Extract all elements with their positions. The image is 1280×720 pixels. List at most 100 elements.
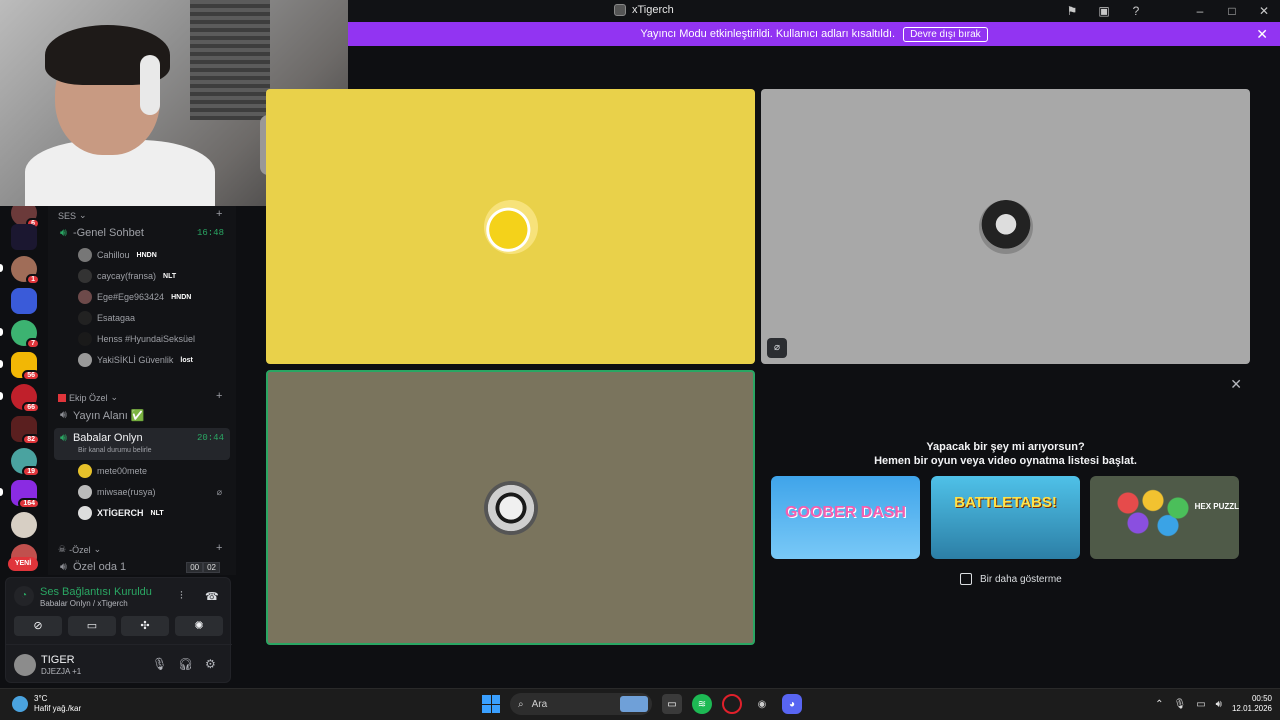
server-icon[interactable]: 66: [11, 384, 40, 413]
help-icon[interactable]: ?: [1120, 4, 1152, 18]
network-icon[interactable]: ▭: [1196, 699, 1205, 710]
skull-icon: ☠: [58, 544, 67, 554]
inbox-icon[interactable]: ▣: [1088, 4, 1120, 18]
unread-pill: [0, 392, 3, 400]
volume-icon[interactable]: 🔊︎: [1216, 699, 1222, 710]
voice-user[interactable]: caycay(fransa) NLT: [78, 267, 228, 285]
server-icon[interactable]: [11, 224, 37, 250]
chevron-down-icon: ⌄: [93, 544, 102, 554]
disconnect-icon[interactable]: ☎: [205, 590, 219, 603]
banner-close-icon[interactable]: ✕: [1256, 26, 1268, 43]
speaker-icon: 🔊︎: [60, 432, 67, 444]
activity-suggestion-panel: ✕ Yapacak bir şey mi arıyorsun? Hemen bi…: [761, 370, 1250, 645]
participant-tile-speaking[interactable]: [266, 370, 755, 645]
add-channel-icon[interactable]: +: [216, 542, 222, 554]
avatar: [78, 506, 92, 520]
activities-button[interactable]: ✣: [121, 616, 169, 636]
category-ekip-ozel[interactable]: Ekip Özel ⌄ +: [58, 390, 222, 403]
user-name: TIGER: [41, 654, 75, 666]
clock-time: 00:50: [1251, 694, 1272, 703]
server-icon[interactable]: 82: [11, 416, 40, 445]
voice-user[interactable]: Henss #HyundaiSeksüel: [78, 330, 228, 348]
voice-channel-path[interactable]: Babalar Onlyn / xTigerch: [40, 599, 128, 608]
window-blinds: [190, 0, 270, 120]
maximize-button[interactable]: □: [1216, 4, 1248, 18]
user-panel: TIGER DJEZJA +1 🎙︎ 🎧︎ ⚙: [6, 644, 232, 684]
channel-name: Babalar Onlyn: [72, 432, 143, 444]
voice-channel-babalar[interactable]: 🔊︎ Babalar Onlyn 20:44 Bir kanal durumu …: [54, 428, 230, 460]
chevron-down-icon: ⌄: [110, 392, 119, 402]
settings-gear-icon[interactable]: ⚙: [205, 657, 216, 671]
user-name: YakiSİKLİ Güvenlik: [97, 355, 174, 365]
microphone-tray-icon[interactable]: 🎙︎: [1173, 699, 1186, 710]
noise-suppression-icon[interactable]: ⫶: [180, 590, 183, 603]
spotify-icon[interactable]: ≋: [692, 694, 712, 714]
avatar: [78, 311, 92, 325]
game-title: BATTLETABS!: [954, 494, 1057, 511]
voice-channel-ozel-oda[interactable]: 🔊︎ Özel oda 1 00 02: [54, 557, 230, 577]
search-icon: ⌕: [518, 698, 524, 710]
discord-icon[interactable]: ◕: [782, 694, 802, 714]
headphones-icon[interactable]: 🎧︎: [178, 657, 193, 671]
soundboard-button[interactable]: ✺: [175, 616, 223, 636]
window-title: xTigerch: [614, 4, 674, 16]
avatar: [78, 269, 92, 283]
participant-tile[interactable]: [266, 89, 755, 364]
voice-user-self[interactable]: XTİGERCH NLT: [78, 504, 228, 522]
channel-name: -Genel Sohbet: [72, 227, 144, 239]
dont-show-again[interactable]: Bir daha gösterme: [960, 573, 1062, 585]
channel-status[interactable]: Bir kanal durumu belirle: [78, 447, 152, 454]
unread-pill: [0, 360, 3, 368]
microphone-icon[interactable]: 🎙︎: [152, 657, 167, 671]
add-channel-icon[interactable]: +: [216, 208, 222, 220]
server-icon[interactable]: [11, 512, 37, 538]
signal-icon[interactable]: ◔: [14, 586, 34, 606]
close-window-button[interactable]: ✕: [1248, 4, 1280, 18]
server-icon[interactable]: 164: [11, 480, 40, 509]
category-ses[interactable]: SES ⌄ +: [58, 208, 222, 221]
voice-user[interactable]: YakiSİKLİ Güvenlik lost: [78, 351, 228, 369]
inbox-flag-icon[interactable]: ⚑: [1056, 4, 1088, 18]
screen-share-button[interactable]: ▭: [68, 616, 116, 636]
opera-icon[interactable]: [722, 694, 742, 714]
voice-user[interactable]: Cahillou HNDN: [78, 246, 228, 264]
taskbar-search[interactable]: ⌕ Ara: [510, 693, 652, 715]
voice-user[interactable]: miwsae(rusya) ⌀: [78, 483, 228, 501]
chevron-up-icon[interactable]: ⌃: [1155, 699, 1163, 710]
avatar: [78, 353, 92, 367]
server-icon[interactable]: 7: [11, 320, 40, 349]
server-icon[interactable]: 1: [11, 256, 40, 285]
steam-icon[interactable]: ◉: [752, 694, 772, 714]
game-card-hex-puzzle[interactable]: HEX PUZZLE: [1090, 476, 1239, 559]
weather-widget[interactable]: 3°C Hafif yağ./kar: [12, 694, 81, 714]
weather-temp: 3°C: [34, 694, 48, 703]
voice-channel-genel[interactable]: 🔊︎ -Genel Sohbet 16:48: [54, 223, 230, 243]
windows-start-icon[interactable]: [482, 695, 500, 713]
voice-user[interactable]: Ege#Ege963424 HNDN: [78, 288, 228, 306]
file-explorer-icon[interactable]: ▭: [662, 694, 682, 714]
server-icon[interactable]: 56: [11, 352, 40, 381]
voice-channel-yayin[interactable]: 🔊︎ Yayın Alanı ✅: [54, 405, 230, 425]
camera-off-button[interactable]: ⊘: [14, 616, 62, 636]
hex-tiles: [1108, 488, 1208, 538]
game-card-goober-dash[interactable]: GOOBER DASH: [771, 476, 920, 559]
minimize-button[interactable]: –: [1184, 4, 1216, 18]
server-icon[interactable]: 19: [11, 448, 40, 477]
channel-timer: 16:48: [196, 228, 224, 238]
disable-streamer-mode-button[interactable]: Devre dışı bırak: [903, 26, 988, 42]
category-ozel[interactable]: ☠ -Özel ⌄ +: [58, 542, 222, 555]
titlebar-controls: ⚑ ▣ ? – □ ✕: [1056, 0, 1280, 22]
voice-user[interactable]: Esatagaa: [78, 309, 228, 327]
avatar[interactable]: [14, 654, 36, 676]
user-name: mete00mete: [97, 466, 148, 476]
game-card-battletabs[interactable]: BATTLETABS!: [931, 476, 1080, 559]
checkbox[interactable]: [960, 573, 972, 585]
voice-user[interactable]: mete00mete: [78, 462, 228, 480]
clock-date: 12.01.2026: [1231, 704, 1272, 713]
close-icon[interactable]: ✕: [1230, 376, 1242, 393]
channel-timer: 20:44: [196, 433, 224, 443]
clock[interactable]: 00:50 12.01.2026: [1232, 694, 1272, 714]
add-channel-icon[interactable]: +: [216, 390, 222, 402]
participant-tile[interactable]: ⌀: [761, 89, 1250, 364]
server-icon[interactable]: [11, 288, 37, 314]
